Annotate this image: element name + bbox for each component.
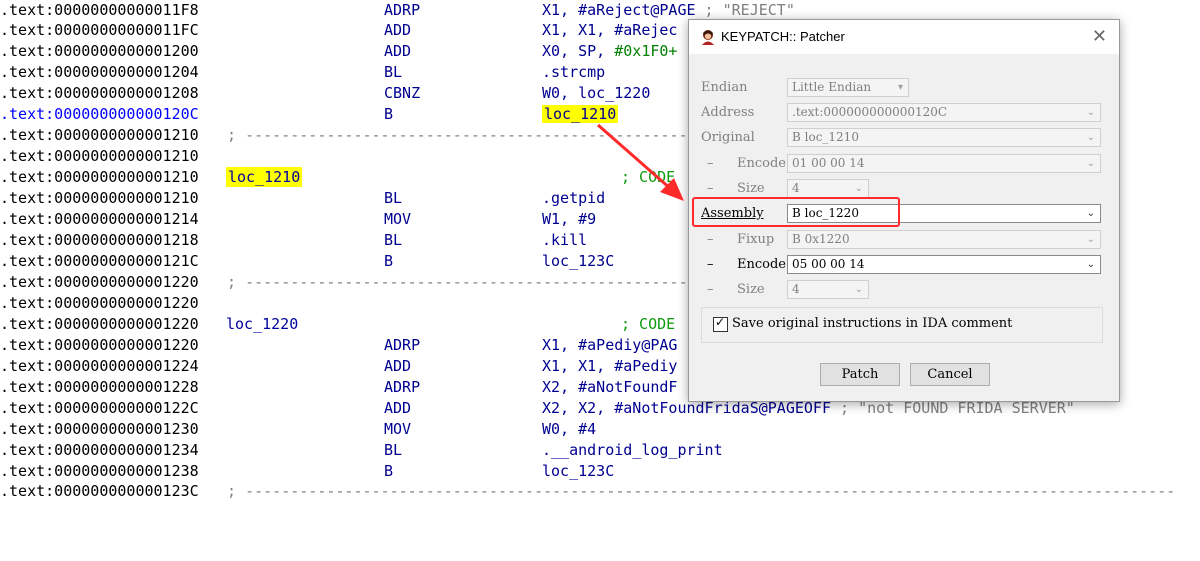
annotation-arrow bbox=[597, 123, 684, 201]
